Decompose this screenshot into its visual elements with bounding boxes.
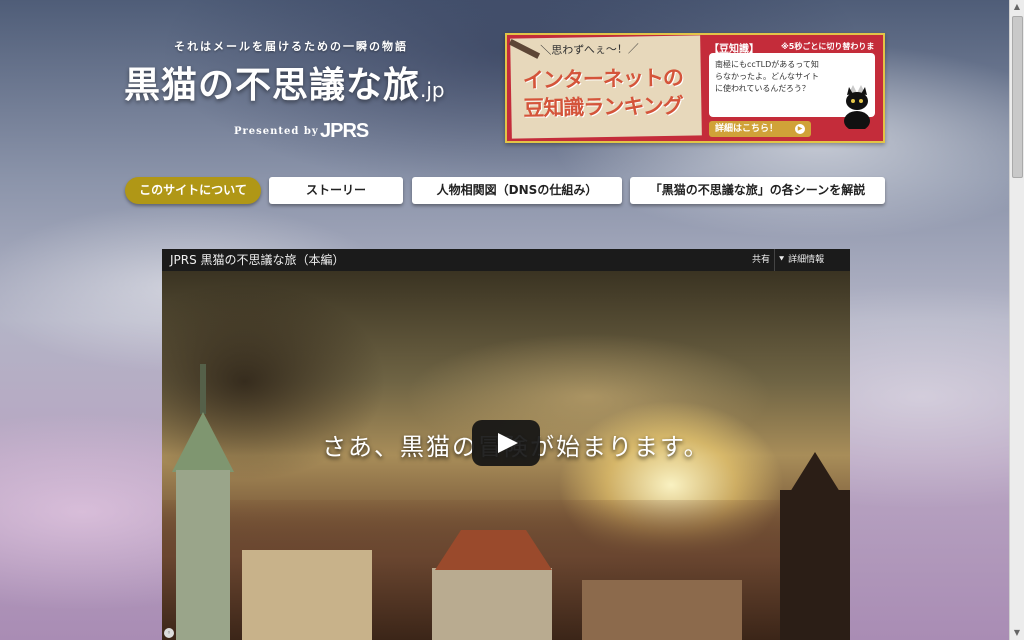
nav-item-scene-guide[interactable]: 「黒猫の不思議な旅」の各シーンを解説 xyxy=(630,177,885,204)
logo-suffix: .jp xyxy=(420,78,445,102)
building xyxy=(432,568,552,640)
chevron-down-icon: ⯆ xyxy=(778,255,789,265)
pen-icon xyxy=(508,38,541,59)
banner-small-text: ＼思わずへぇ〜！／ xyxy=(540,42,639,58)
building xyxy=(582,580,742,640)
share-button[interactable]: 共有 xyxy=(748,249,776,271)
nav-item-character-map[interactable]: 人物相関図（DNSの仕組み） xyxy=(412,177,622,204)
vertical-scrollbar[interactable]: ▲ ▼ xyxy=(1009,0,1024,640)
play-button-icon[interactable] xyxy=(472,420,540,466)
tower-spire xyxy=(200,364,206,414)
nav-item-story[interactable]: ストーリー xyxy=(269,177,403,204)
tip-text: 南極にもccTLDがあるって知らなかったよ。どんなサイトに使われているんだろう？ xyxy=(715,60,819,93)
dark-tower-roof xyxy=(790,452,840,492)
presented-by-label: Presented by xyxy=(234,126,319,137)
tip-box: 南極にもccTLDがあるって知らなかったよ。どんなサイトに使われているんだろう？ xyxy=(709,53,875,129)
banner-paper: ＼思わずへぇ〜！／ インターネットの 豆知識ランキング xyxy=(508,35,702,139)
details-button[interactable]: 詳細はこちら！ ▶ xyxy=(709,121,811,137)
site-logo[interactable]: 黒猫の不思議な旅.jp xyxy=(124,56,445,108)
video-player[interactable]: JPRS 黒猫の不思議な旅（本編） 共有 ⯆ 詳細情報 さあ、黒猫の冒険が始まり… xyxy=(162,249,850,640)
player-corner-icon[interactable]: ◦ xyxy=(164,628,174,638)
player-title-bar: JPRS 黒猫の不思議な旅（本編） 共有 ⯆ 詳細情報 xyxy=(162,249,850,271)
church-tower xyxy=(176,470,230,640)
trivia-ranking-banner[interactable]: ＼思わずへぇ〜！／ インターネットの 豆知識ランキング 【豆知識】 ※5秒ごとに… xyxy=(505,33,885,143)
tower-dome xyxy=(172,412,234,472)
black-cat-icon xyxy=(844,85,870,129)
building xyxy=(242,550,372,640)
video-frame[interactable]: さあ、黒猫の冒険が始まります。 ◦ xyxy=(162,271,850,640)
details-button-label: 詳細はこちら！ xyxy=(715,124,779,134)
site-tagline: それはメールを届けるための一瞬の物語 xyxy=(174,40,408,53)
jprs-logo[interactable]: JPRS xyxy=(320,120,369,143)
more-info-label: 詳細情報 xyxy=(788,255,825,265)
more-info-button[interactable]: ⯆ 詳細情報 xyxy=(778,249,824,271)
nav-item-about[interactable]: このサイトについて xyxy=(125,177,261,204)
banner-title-line2: 豆知識ランキング xyxy=(523,93,683,121)
scrollbar-thumb[interactable] xyxy=(1012,16,1023,178)
play-circle-icon: ▶ xyxy=(795,124,805,134)
logo-main-text: 黒猫の不思議な旅 xyxy=(124,64,421,106)
dark-tower xyxy=(780,490,850,640)
scroll-up-arrow-icon[interactable]: ▲ xyxy=(1011,0,1023,14)
scroll-down-arrow-icon[interactable]: ▼ xyxy=(1011,626,1023,640)
video-title[interactable]: JPRS 黒猫の不思議な旅（本編） xyxy=(170,249,345,271)
